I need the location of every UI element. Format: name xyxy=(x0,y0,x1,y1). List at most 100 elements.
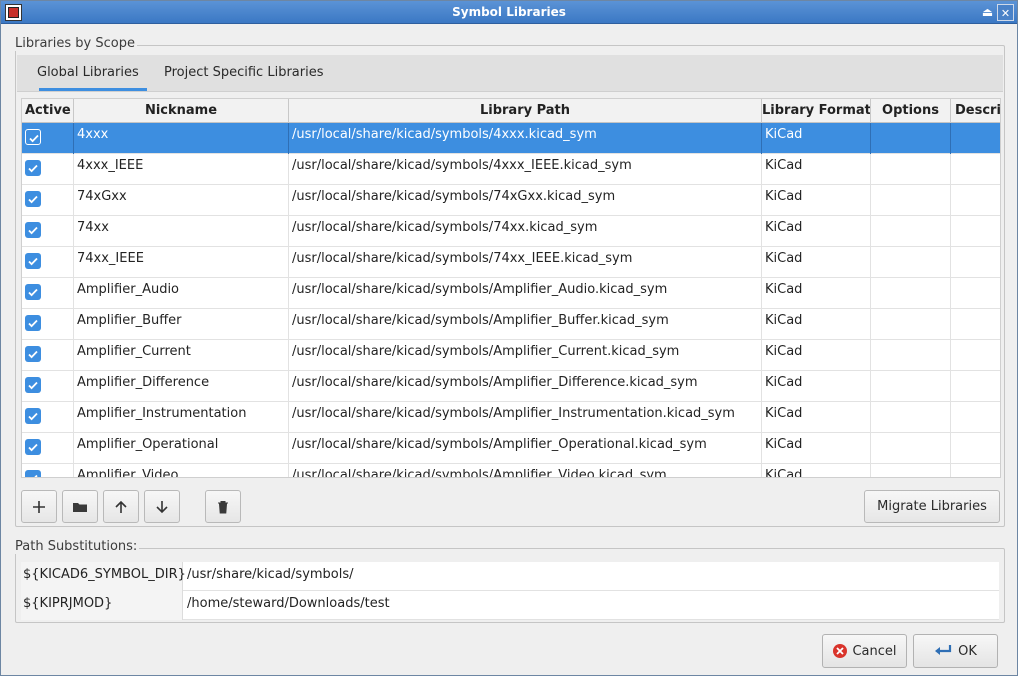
active-cell[interactable] xyxy=(22,464,74,477)
tab-global-libraries[interactable]: Global Libraries xyxy=(37,65,139,80)
library-table[interactable]: Active Nickname Library Path Library For… xyxy=(21,98,1001,478)
active-cell[interactable] xyxy=(22,433,74,464)
library-format-cell[interactable]: KiCad xyxy=(762,216,871,247)
options-cell[interactable] xyxy=(871,278,951,309)
active-cell[interactable] xyxy=(22,185,74,216)
library-path-cell[interactable]: /usr/local/share/kicad/symbols/Amplifier… xyxy=(289,309,762,340)
options-cell[interactable] xyxy=(871,185,951,216)
library-path-cell[interactable]: /usr/local/share/kicad/symbols/74xGxx.ki… xyxy=(289,185,762,216)
active-cell[interactable] xyxy=(22,402,74,433)
nickname-cell[interactable]: 74xGxx xyxy=(74,185,289,216)
library-format-cell[interactable]: KiCad xyxy=(762,464,871,477)
nickname-cell[interactable]: 74xx xyxy=(74,216,289,247)
remove-library-button[interactable] xyxy=(205,490,241,523)
table-row[interactable]: 74xGxx/usr/local/share/kicad/symbols/74x… xyxy=(22,185,1000,216)
active-cell[interactable] xyxy=(22,154,74,185)
active-checkbox[interactable] xyxy=(25,129,41,145)
column-header-library-path[interactable]: Library Path xyxy=(289,99,762,123)
active-checkbox[interactable] xyxy=(25,439,41,455)
library-format-cell[interactable]: KiCad xyxy=(762,247,871,278)
nickname-cell[interactable]: 4xxx_IEEE xyxy=(74,154,289,185)
column-header-active[interactable]: Active xyxy=(22,99,74,123)
path-substitutions-table[interactable]: ${KICAD6_SYMBOL_DIR} /usr/share/kicad/sy… xyxy=(21,562,999,620)
nickname-cell[interactable]: 4xxx xyxy=(74,123,289,154)
library-path-cell[interactable]: /usr/local/share/kicad/symbols/4xxx_IEEE… xyxy=(289,154,762,185)
tab-project-libraries[interactable]: Project Specific Libraries xyxy=(164,65,324,80)
active-checkbox[interactable] xyxy=(25,346,41,362)
migrate-libraries-button[interactable]: Migrate Libraries xyxy=(864,490,1000,523)
column-header-description[interactable]: Descrip xyxy=(951,99,1000,123)
substitution-row[interactable]: ${KIPRJMOD} /home/steward/Downloads/test xyxy=(21,591,999,620)
active-checkbox[interactable] xyxy=(25,191,41,207)
library-path-cell[interactable]: /usr/local/share/kicad/symbols/74xx_IEEE… xyxy=(289,247,762,278)
column-header-library-format[interactable]: Library Format xyxy=(762,99,871,123)
options-cell[interactable] xyxy=(871,123,951,154)
active-checkbox[interactable] xyxy=(25,160,41,176)
description-cell[interactable] xyxy=(951,247,1000,278)
cancel-button[interactable]: Cancel xyxy=(822,634,907,668)
table-row[interactable]: Amplifier_Video/usr/local/share/kicad/sy… xyxy=(22,464,1000,477)
library-format-cell[interactable]: KiCad xyxy=(762,154,871,185)
options-cell[interactable] xyxy=(871,371,951,402)
description-cell[interactable] xyxy=(951,371,1000,402)
shade-icon[interactable]: ⏏ xyxy=(979,4,996,21)
description-cell[interactable] xyxy=(951,402,1000,433)
table-row[interactable]: Amplifier_Current/usr/local/share/kicad/… xyxy=(22,340,1000,371)
column-header-options[interactable]: Options xyxy=(871,99,951,123)
library-format-cell[interactable]: KiCad xyxy=(762,402,871,433)
description-cell[interactable] xyxy=(951,278,1000,309)
active-checkbox[interactable] xyxy=(25,408,41,424)
nickname-cell[interactable]: Amplifier_Buffer xyxy=(74,309,289,340)
active-cell[interactable] xyxy=(22,340,74,371)
description-cell[interactable] xyxy=(951,123,1000,154)
close-icon[interactable]: ✕ xyxy=(997,4,1014,21)
library-path-cell[interactable]: /usr/local/share/kicad/symbols/74xx.kica… xyxy=(289,216,762,247)
active-cell[interactable] xyxy=(22,247,74,278)
nickname-cell[interactable]: Amplifier_Instrumentation xyxy=(74,402,289,433)
description-cell[interactable] xyxy=(951,216,1000,247)
table-row[interactable]: Amplifier_Operational/usr/local/share/ki… xyxy=(22,433,1000,464)
substitution-row[interactable]: ${KICAD6_SYMBOL_DIR} /usr/share/kicad/sy… xyxy=(21,562,999,591)
nickname-cell[interactable]: Amplifier_Audio xyxy=(74,278,289,309)
library-path-cell[interactable]: /usr/local/share/kicad/symbols/4xxx.kica… xyxy=(289,123,762,154)
active-checkbox[interactable] xyxy=(25,222,41,238)
description-cell[interactable] xyxy=(951,309,1000,340)
table-row[interactable]: 74xx/usr/local/share/kicad/symbols/74xx.… xyxy=(22,216,1000,247)
table-row[interactable]: Amplifier_Audio/usr/local/share/kicad/sy… xyxy=(22,278,1000,309)
options-cell[interactable] xyxy=(871,154,951,185)
options-cell[interactable] xyxy=(871,247,951,278)
browse-library-button[interactable] xyxy=(62,490,98,523)
move-down-button[interactable] xyxy=(144,490,180,523)
ok-button[interactable]: OK xyxy=(913,634,998,668)
library-path-cell[interactable]: /usr/local/share/kicad/symbols/Amplifier… xyxy=(289,464,762,477)
library-format-cell[interactable]: KiCad xyxy=(762,309,871,340)
options-cell[interactable] xyxy=(871,340,951,371)
library-path-cell[interactable]: /usr/local/share/kicad/symbols/Amplifier… xyxy=(289,433,762,464)
nickname-cell[interactable]: Amplifier_Video xyxy=(74,464,289,477)
nickname-cell[interactable]: Amplifier_Current xyxy=(74,340,289,371)
active-checkbox[interactable] xyxy=(25,284,41,300)
active-checkbox[interactable] xyxy=(25,315,41,331)
library-format-cell[interactable]: KiCad xyxy=(762,433,871,464)
library-path-cell[interactable]: /usr/local/share/kicad/symbols/Amplifier… xyxy=(289,278,762,309)
active-checkbox[interactable] xyxy=(25,253,41,269)
description-cell[interactable] xyxy=(951,185,1000,216)
library-path-cell[interactable]: /usr/local/share/kicad/symbols/Amplifier… xyxy=(289,371,762,402)
active-cell[interactable] xyxy=(22,371,74,402)
library-format-cell[interactable]: KiCad xyxy=(762,340,871,371)
table-row[interactable]: Amplifier_Difference/usr/local/share/kic… xyxy=(22,371,1000,402)
library-format-cell[interactable]: KiCad xyxy=(762,278,871,309)
table-row[interactable]: 74xx_IEEE/usr/local/share/kicad/symbols/… xyxy=(22,247,1000,278)
table-row[interactable]: 4xxx/usr/local/share/kicad/symbols/4xxx.… xyxy=(22,123,1000,154)
active-cell[interactable] xyxy=(22,123,74,154)
options-cell[interactable] xyxy=(871,402,951,433)
table-row[interactable]: Amplifier_Instrumentation/usr/local/shar… xyxy=(22,402,1000,433)
nickname-cell[interactable]: Amplifier_Difference xyxy=(74,371,289,402)
description-cell[interactable] xyxy=(951,464,1000,477)
options-cell[interactable] xyxy=(871,309,951,340)
add-library-button[interactable] xyxy=(21,490,57,523)
active-checkbox[interactable] xyxy=(25,377,41,393)
table-row[interactable]: Amplifier_Buffer/usr/local/share/kicad/s… xyxy=(22,309,1000,340)
library-format-cell[interactable]: KiCad xyxy=(762,371,871,402)
column-header-nickname[interactable]: Nickname xyxy=(74,99,289,123)
